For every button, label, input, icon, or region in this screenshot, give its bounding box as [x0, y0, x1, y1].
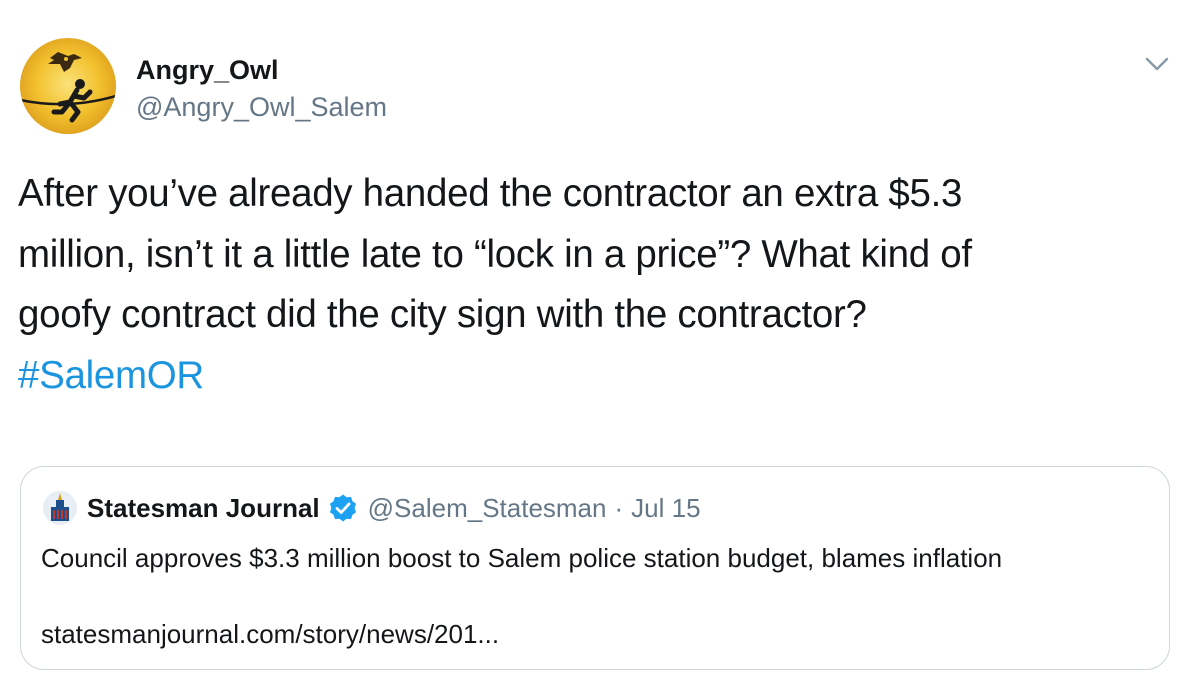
- quoted-author-display-name: Statesman Journal: [87, 492, 320, 523]
- tweet-text: After you’ve already handed the contract…: [18, 164, 1178, 406]
- quoted-tweet-text: Council approves $3.3 million boost to S…: [41, 543, 1003, 573]
- quoted-author-handle: @Salem_Statesman: [367, 492, 607, 523]
- author-display-name[interactable]: Angry_Owl: [136, 54, 279, 86]
- owl-runner-avatar-icon: [20, 38, 116, 134]
- building-icon: [43, 491, 77, 525]
- tweet-text-line: goofy contract did the city sign with th…: [18, 293, 867, 336]
- quoted-tweet-card[interactable]: Statesman Journal @Salem_Statesman · Jul…: [20, 466, 1170, 670]
- verified-badge-icon: [328, 493, 358, 523]
- header-separator: ·: [614, 492, 624, 523]
- chevron-down-icon[interactable]: [1142, 52, 1172, 76]
- author-avatar[interactable]: [20, 38, 116, 134]
- tweet-text-line: million, isn’t it a little late to “lock…: [18, 232, 972, 276]
- hashtag-link[interactable]: #SalemOR: [18, 354, 204, 397]
- author-handle[interactable]: @Angry_Owl_Salem: [136, 91, 387, 123]
- quoted-tweet-header: Statesman Journal @Salem_Statesman · Jul…: [43, 491, 701, 525]
- tweet-text-line: After you’ve already handed the contract…: [18, 172, 963, 215]
- quoted-tweet-date: Jul 15: [631, 492, 701, 523]
- quoted-author-avatar: [43, 491, 77, 525]
- quoted-tweet-link[interactable]: statesmanjournal.com/story/news/201...: [41, 617, 499, 651]
